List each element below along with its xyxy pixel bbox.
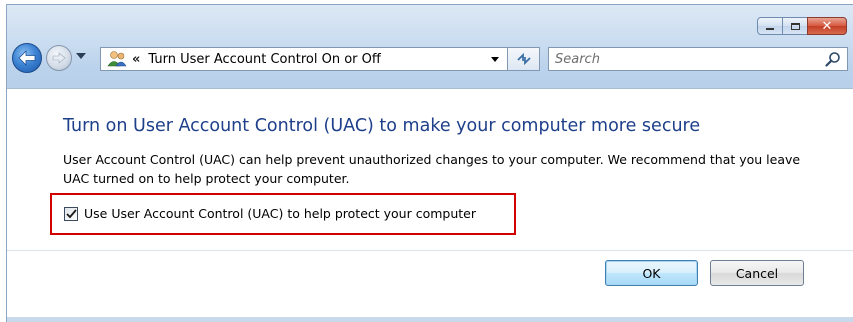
search-input[interactable] (555, 51, 815, 67)
content-panel: Turn on User Account Control (UAC) to ma… (7, 88, 853, 318)
back-button[interactable] (12, 43, 42, 73)
breadcrumb-chevron[interactable]: « (132, 52, 140, 67)
refresh-icon (516, 52, 531, 66)
cancel-button[interactable]: Cancel (710, 260, 804, 286)
uac-checkbox[interactable] (64, 206, 78, 221)
forward-button[interactable] (46, 45, 72, 71)
close-icon: ✕ (821, 18, 833, 34)
back-arrow-icon (18, 50, 36, 66)
search-box[interactable] (548, 47, 848, 71)
close-button[interactable]: ✕ (807, 17, 847, 35)
forward-arrow-icon (52, 52, 66, 64)
checkmark-icon (65, 208, 77, 218)
ok-button[interactable]: OK (605, 260, 698, 286)
divider (7, 250, 853, 251)
refresh-button[interactable] (508, 47, 540, 71)
address-dropdown-icon[interactable] (491, 57, 499, 62)
minimize-icon (766, 28, 774, 30)
address-bar[interactable]: « Turn User Account Control On or Off (100, 47, 508, 71)
search-icon[interactable] (825, 51, 841, 67)
maximize-icon (790, 22, 800, 30)
description-text: User Account Control (UAC) can help prev… (63, 152, 801, 186)
caption-buttons: ✕ (757, 17, 847, 37)
maximize-button[interactable] (782, 17, 808, 35)
page-title: Turn on User Account Control (UAC) to ma… (63, 116, 701, 136)
user-accounts-icon (106, 50, 128, 68)
window-bottom-edge (7, 317, 853, 322)
uac-checkbox-label[interactable]: Use User Account Control (UAC) to help p… (84, 206, 476, 221)
breadcrumb-current[interactable]: Turn User Account Control On or Off (148, 52, 380, 67)
uac-checkbox-row[interactable]: Use User Account Control (UAC) to help p… (64, 206, 476, 221)
recent-pages-dropdown[interactable] (76, 53, 86, 59)
minimize-button[interactable] (757, 17, 783, 35)
